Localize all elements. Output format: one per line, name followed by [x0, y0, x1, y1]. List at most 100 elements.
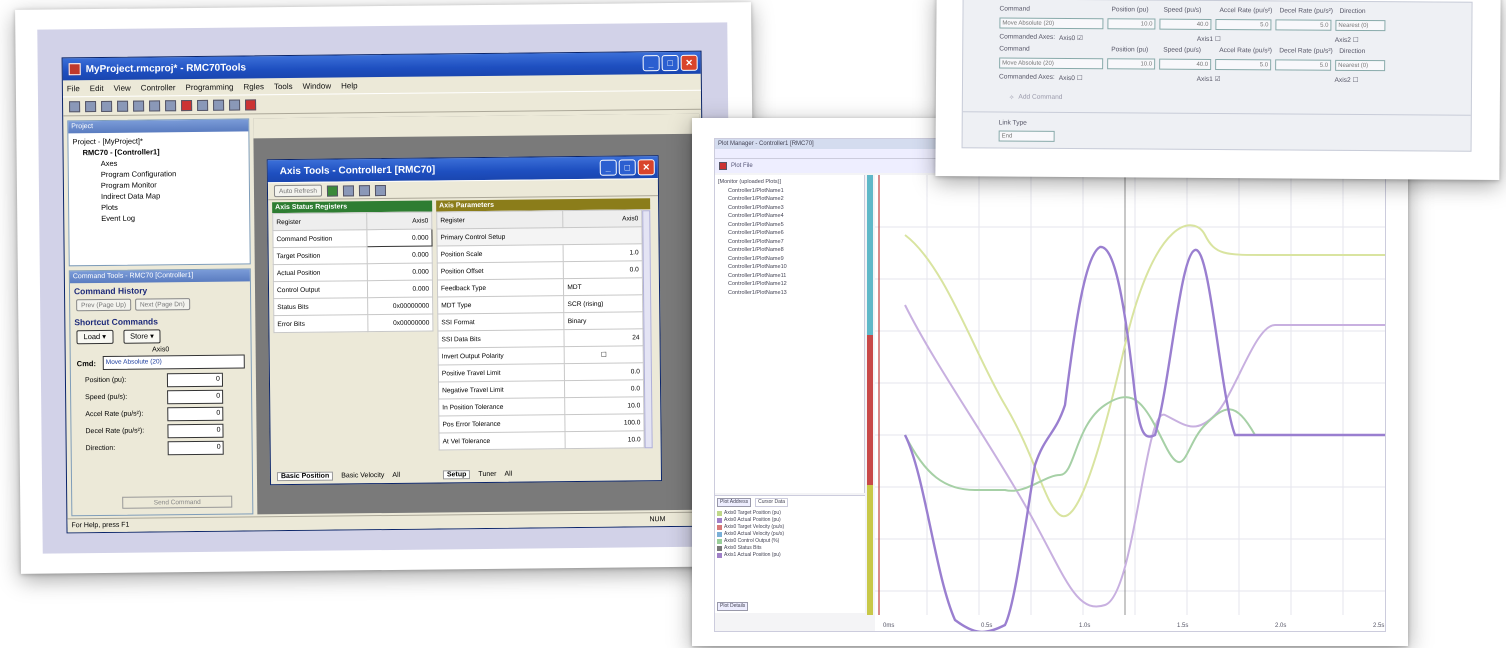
params-scrollbar[interactable] [642, 210, 653, 449]
param-value[interactable]: 24 [564, 328, 644, 347]
menu-rgles[interactable]: Rgles [243, 82, 264, 91]
stop-icon[interactable] [245, 98, 257, 110]
legend-item[interactable]: Axis1 Actual Position (pu) [717, 552, 863, 559]
close-button[interactable]: ✕ [680, 54, 698, 71]
table-row[interactable]: Positive Travel Limit 0.0 [438, 362, 644, 382]
menu-controller[interactable]: Controller [141, 83, 176, 92]
accel-input[interactable]: 0 [167, 406, 224, 421]
table-row[interactable]: Invert Output Polarity ☐ [438, 345, 644, 365]
plot-item[interactable]: Controller1/PlotName12 [718, 280, 861, 289]
plot-item[interactable]: Controller1/PlotName1 [718, 187, 861, 196]
load-button[interactable]: Load ▾ [76, 329, 114, 345]
table-row[interactable]: Pos Error Tolerance 100.0 [438, 413, 645, 433]
new-icon[interactable] [69, 100, 81, 112]
legend-item[interactable]: Axis0 Actual Velocity (pu/s) [717, 531, 863, 538]
speed-input-1[interactable]: 40.0 [1159, 18, 1212, 30]
table-row[interactable]: Status Bits 0x00000000 [273, 297, 433, 316]
param-value[interactable]: MDT [563, 277, 643, 296]
paste-icon[interactable] [149, 99, 161, 111]
plot-item[interactable]: Controller1/PlotName2 [718, 195, 861, 204]
cmd-select[interactable]: Move Absolute (20) [102, 354, 245, 370]
tab-setup[interactable]: Setup [442, 469, 471, 479]
prev-button[interactable]: Prev (Page Up) [76, 298, 132, 312]
auto-refresh-button[interactable]: Auto Refresh [273, 184, 322, 198]
tab-all-right[interactable]: All [504, 470, 512, 477]
tree-item-event-log[interactable]: Event Log [73, 211, 245, 224]
plot-item[interactable]: Controller1/PlotName10 [718, 263, 861, 272]
download-icon[interactable] [181, 99, 193, 111]
decel-input-1[interactable]: 5.0 [1275, 19, 1332, 31]
tab-basic-velocity[interactable]: Basic Velocity [341, 472, 384, 479]
speed-input-2[interactable]: 40.0 [1159, 58, 1212, 70]
accel-input-2[interactable]: 5.0 [1215, 58, 1272, 71]
menu-edit[interactable]: Edit [90, 83, 104, 92]
axis0-checkbox[interactable]: Axis0 ☑ [1059, 34, 1083, 42]
table-row[interactable]: Position Scale 1.0 [437, 243, 643, 263]
table-row[interactable]: Feedback Type MDT [437, 277, 643, 297]
legend-tab-cursor[interactable]: Cursor Data [755, 498, 789, 507]
table-row[interactable]: Command Position 0.000 [272, 229, 433, 248]
dir-select-1[interactable]: Nearest (0) [1335, 19, 1386, 32]
menu-file[interactable]: File [67, 84, 80, 93]
plot-item[interactable]: Controller1/PlotName13 [718, 289, 861, 298]
legend-tab-address[interactable]: Plot Address [717, 498, 752, 507]
decel-input-2[interactable]: 5.0 [1275, 59, 1332, 71]
table-row[interactable]: Target Position 0.000 [273, 246, 433, 265]
menu-help[interactable]: Help [341, 81, 358, 90]
table-row[interactable]: MDT Type SCR (rising) [437, 294, 643, 314]
cmd-select-2[interactable]: Move Absolute (20) [999, 57, 1104, 70]
tab-basic-position[interactable]: Basic Position [276, 471, 334, 481]
legend-item[interactable]: Axis0 Actual Position (pu) [717, 517, 863, 524]
param-value[interactable]: 0.0 [564, 362, 644, 381]
position-input[interactable]: 0 [166, 372, 224, 387]
param-value[interactable]: 0.0 [564, 379, 644, 398]
view-icon[interactable] [358, 184, 370, 196]
upload-icon[interactable] [165, 99, 177, 111]
grid-icon[interactable] [326, 184, 338, 197]
table-row[interactable]: In Position Tolerance 10.0 [438, 396, 644, 416]
axis-close-button[interactable]: ✕ [637, 159, 655, 176]
plot-file-tab[interactable]: Plot File [731, 163, 753, 169]
table-row[interactable]: Position Offset 0.0 [437, 260, 643, 280]
speed-input[interactable]: 0 [167, 389, 224, 404]
table-icon[interactable] [374, 184, 386, 196]
param-value[interactable]: 0.0 [563, 260, 643, 279]
decel-input[interactable]: 0 [167, 423, 224, 438]
table-row[interactable]: Error Bits 0x00000000 [273, 314, 433, 333]
param-value[interactable]: 10.0 [565, 396, 644, 415]
table-row[interactable]: Negative Travel Limit 0.0 [438, 379, 644, 399]
save-icon[interactable] [101, 100, 113, 112]
axis0-checkbox-2[interactable]: Axis0 ☐ [1059, 74, 1083, 82]
edit-icon[interactable] [342, 184, 354, 196]
table-row[interactable]: Control Output 0.000 [273, 280, 433, 299]
legend-item[interactable]: Axis0 Target Velocity (pu/s) [717, 524, 863, 531]
axis-maximize-button[interactable]: □ [618, 159, 636, 176]
cmd-select-1[interactable]: Move Absolute (20) [999, 17, 1104, 30]
legend-item[interactable]: Axis0 Control Output (%) [717, 538, 863, 545]
plot-item[interactable]: Controller1/PlotName11 [718, 272, 861, 281]
axis2-checkbox-2[interactable]: Axis2 ☐ [1334, 76, 1358, 84]
invert-checkbox[interactable]: ☐ [564, 345, 644, 364]
axis-minimize-button[interactable]: _ [599, 159, 617, 176]
plot-item[interactable]: Controller1/PlotName9 [718, 255, 861, 264]
tab-tuner[interactable]: Tuner [478, 470, 496, 477]
tab-all-left[interactable]: All [392, 471, 400, 478]
copy-icon[interactable] [133, 100, 145, 112]
accel-input-1[interactable]: 5.0 [1215, 18, 1272, 31]
table-row[interactable]: Actual Position 0.000 [273, 263, 433, 282]
back-icon[interactable] [197, 99, 209, 111]
plot-area[interactable]: 0ms 0.5s 1.0s 1.5s 2.0s 2.5s [875, 175, 1385, 631]
param-value[interactable]: Binary [564, 311, 643, 330]
param-group[interactable]: Primary Control Setup [436, 226, 643, 246]
store-button[interactable]: Store ▾ [122, 329, 161, 344]
reg-value[interactable]: 0.000 [366, 229, 433, 247]
next-button[interactable]: Next (Page Dn) [134, 298, 190, 311]
add-command-button[interactable]: ✧ Add Command [1009, 94, 1063, 102]
plot-tree-root[interactable]: [Monitor (uploaded Plots)] [718, 178, 861, 187]
cut-icon[interactable] [117, 100, 129, 112]
refresh-icon[interactable] [229, 99, 241, 111]
minimize-button[interactable]: _ [642, 55, 660, 72]
send-command-button[interactable]: Send Command [122, 495, 233, 509]
legend-item[interactable]: Axis0 Status Bits [717, 545, 863, 552]
menu-programming[interactable]: Programming [185, 82, 233, 92]
